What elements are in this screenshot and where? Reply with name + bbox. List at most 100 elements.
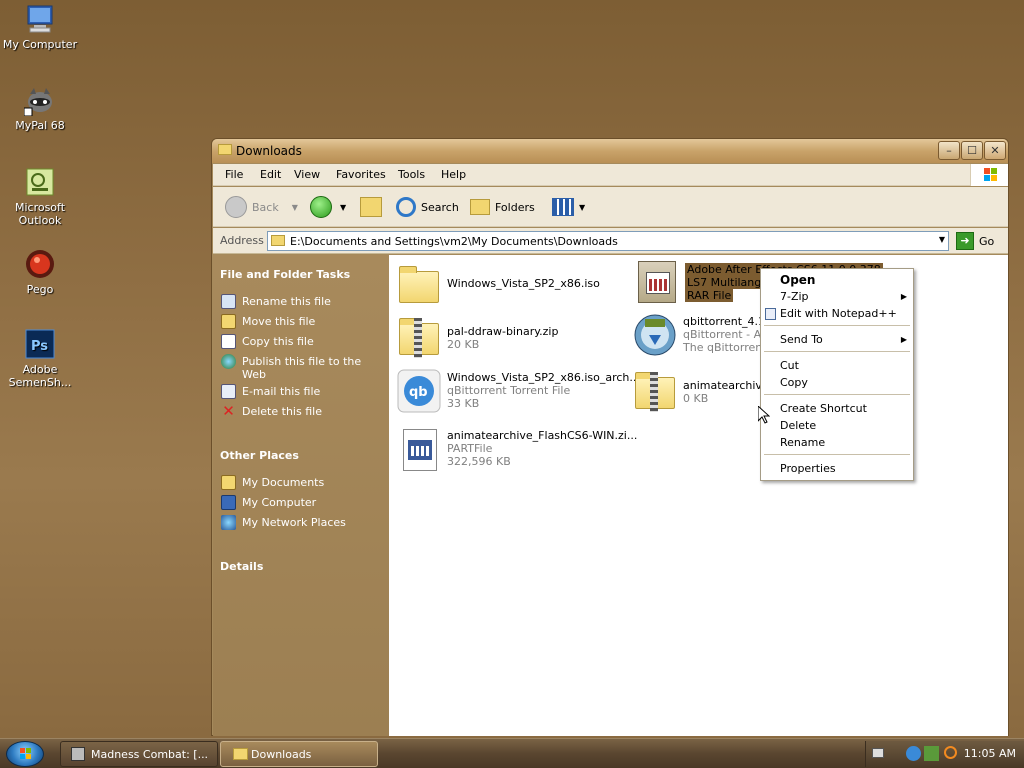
menu-edit[interactable]: Edit (260, 168, 281, 181)
file-name: animatearchive_FlashCS6-WIN.zi... (447, 429, 638, 442)
keyboard-icon[interactable] (872, 748, 884, 758)
windows-logo-icon (20, 748, 31, 759)
address-path: E:\Documents and Settings\vm2\My Documen… (290, 235, 618, 248)
task-move[interactable]: Move this file (242, 315, 382, 328)
task-copy[interactable]: Copy this file (242, 335, 382, 348)
notepad-icon (765, 308, 776, 320)
go-button[interactable]: ➜ Go (956, 231, 994, 251)
address-label: Address (220, 234, 264, 247)
desktop-icon-adobe[interactable]: Ps Adobe SemenSh... (0, 328, 80, 389)
file-size: 0 KB (683, 392, 709, 405)
svg-text:Ps: Ps (31, 339, 48, 354)
desktop-icon-outlook[interactable]: Microsoft Outlook (0, 166, 80, 227)
toolbar: Back ▼ ▼ Search Folders ▼ (213, 187, 1008, 227)
qbittorrent-tray-icon[interactable] (906, 746, 921, 761)
task-publish[interactable]: Publish this file to the Web (242, 355, 382, 381)
menu-tools[interactable]: Tools (398, 168, 425, 181)
photoshop-icon: Ps (24, 328, 56, 360)
ctx-properties[interactable]: Properties (780, 462, 836, 475)
rename-icon (221, 294, 236, 309)
computer-icon (221, 495, 236, 510)
network-tray-icon[interactable] (924, 746, 939, 761)
search-button[interactable]: Search (396, 195, 459, 219)
search-label: Search (421, 200, 459, 214)
ctx-rename[interactable]: Rename (780, 436, 825, 449)
file-item[interactable]: animatearchive_FlashCS6-WIN.zi... PARTFi… (397, 427, 637, 473)
forward-button[interactable]: ▼ (310, 195, 346, 219)
file-item[interactable]: Windows_Vista_SP2_x86.iso (397, 263, 627, 309)
desktop-icon-label: My Computer (2, 38, 78, 51)
windows-logo-icon (970, 164, 1008, 186)
zip-folder-icon (633, 369, 677, 413)
place-my-network[interactable]: My Network Places (242, 516, 382, 529)
qbittorrent-file-icon: qb (397, 369, 441, 413)
task-email[interactable]: E-mail this file (242, 385, 382, 398)
maximize-button[interactable]: ☐ (961, 141, 983, 160)
desktop-icon-my-computer[interactable]: My Computer (0, 3, 80, 51)
file-name: Windows_Vista_SP2_x86.iso_arch... (447, 371, 640, 384)
ctx-edit-notepad[interactable]: Edit with Notepad++ (780, 307, 897, 320)
network-icon (221, 515, 236, 530)
up-button[interactable] (360, 195, 382, 219)
chevron-down-icon: ▼ (291, 202, 298, 212)
app-icon (71, 747, 85, 761)
ctx-open[interactable]: Open (780, 273, 815, 287)
folder-icon (218, 144, 232, 155)
qbittorrent-installer-icon (633, 313, 677, 357)
ctx-7zip[interactable]: 7-Zip (780, 290, 809, 303)
task-label: Downloads (251, 748, 312, 761)
folder-icon (397, 263, 441, 307)
file-size: 33 KB (447, 397, 480, 410)
ctx-send-to[interactable]: Send To (780, 333, 823, 346)
chevron-down-icon: ▼ (579, 202, 586, 212)
menu-favorites[interactable]: Favorites (336, 168, 386, 181)
details-header[interactable]: Details (220, 560, 263, 573)
file-item[interactable]: pal-ddraw-binary.zip 20 KB (397, 315, 627, 361)
back-button[interactable]: Back ▼ (225, 195, 298, 219)
file-tasks-header[interactable]: File and Folder Tasks (220, 268, 350, 281)
minimize-button[interactable]: – (938, 141, 960, 160)
file-name-line2: LS7 Multilangu (685, 276, 771, 289)
file-type: RAR File (685, 289, 734, 302)
views-button[interactable]: ▼ (552, 195, 585, 219)
task-delete[interactable]: Delete this file (242, 405, 382, 418)
file-list: Windows_Vista_SP2_x86.iso Adobe After Ef… (389, 255, 1008, 736)
file-name: qbittorrent_4.1 (683, 315, 766, 328)
address-input[interactable]: E:\Documents and Settings\vm2\My Documen… (267, 231, 949, 251)
file-type: PARTFile (447, 442, 493, 455)
start-button[interactable] (6, 741, 44, 767)
title-bar[interactable]: Downloads – ☐ ✕ (212, 139, 1008, 163)
desktop-icon-label: Microsoft Outlook (14, 201, 66, 227)
taskbar-button-madness-combat[interactable]: Madness Combat: [... (60, 741, 218, 767)
separator (764, 454, 910, 455)
taskbar-button-downloads[interactable]: Downloads (220, 741, 378, 767)
desktop-icon-pego[interactable]: Pego (0, 248, 80, 296)
place-my-computer[interactable]: My Computer (242, 496, 382, 509)
folders-button[interactable]: Folders (470, 195, 535, 219)
svg-text:qb: qb (409, 385, 428, 400)
folders-label: Folders (495, 200, 535, 214)
menu-file[interactable]: File (225, 168, 243, 181)
other-places-header[interactable]: Other Places (220, 449, 299, 462)
ctx-cut[interactable]: Cut (780, 359, 799, 372)
desktop-icon-mypal[interactable]: MyPal 68 (0, 84, 80, 132)
task-rename[interactable]: Rename this file (242, 295, 382, 308)
menu-view[interactable]: View (294, 168, 320, 181)
search-tray-icon[interactable] (944, 746, 957, 759)
ctx-copy[interactable]: Copy (780, 376, 808, 389)
go-label: Go (979, 234, 995, 248)
folder-icon (221, 475, 236, 490)
clock[interactable]: 11:05 AM (964, 747, 1016, 760)
ctx-delete[interactable]: Delete (780, 419, 816, 432)
menu-help[interactable]: Help (441, 168, 466, 181)
task-label: Madness Combat: [... (91, 748, 209, 761)
close-button[interactable]: ✕ (984, 141, 1006, 160)
folder-up-icon (360, 197, 382, 217)
place-my-documents[interactable]: My Documents (242, 476, 382, 489)
search-icon (396, 197, 416, 217)
file-type: qBittorrent Torrent File (447, 384, 571, 397)
forward-arrow-icon (310, 196, 332, 218)
file-item[interactable]: qb Windows_Vista_SP2_x86.iso_arch... qBi… (397, 369, 640, 415)
views-icon (552, 198, 574, 216)
ctx-create-shortcut[interactable]: Create Shortcut (780, 402, 867, 415)
